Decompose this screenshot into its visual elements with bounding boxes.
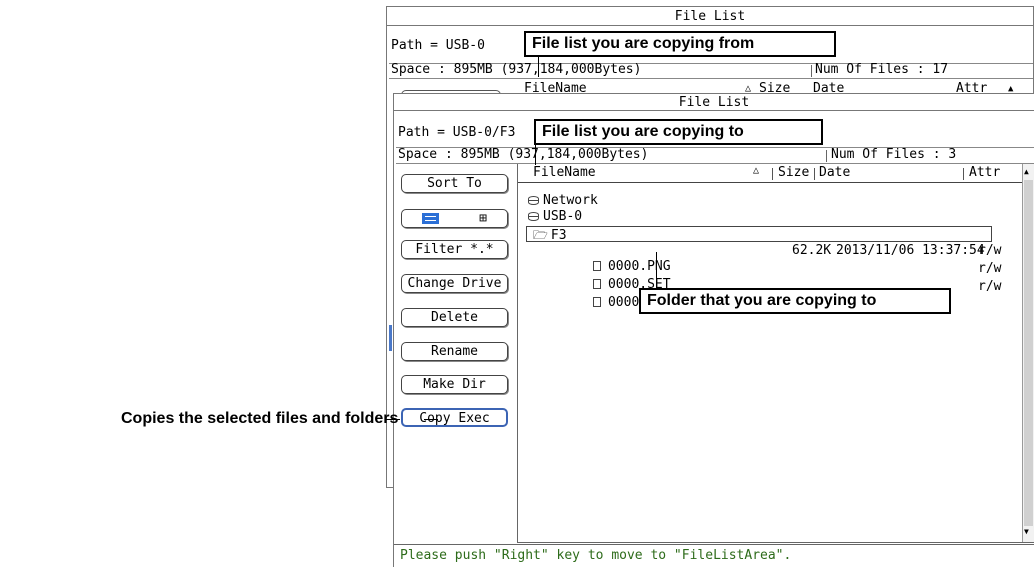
column-filename[interactable]: FileName bbox=[524, 80, 587, 94]
tree-item-usb[interactable]: USB-0 bbox=[528, 209, 582, 225]
tree-item-label: USB-0 bbox=[543, 209, 583, 224]
tree-item-label: F3 bbox=[550, 228, 567, 243]
callout-copying-from: File list you are copying from bbox=[524, 31, 836, 57]
space-label: Space : 895MB (937,184,000Bytes) bbox=[391, 62, 642, 77]
copy-exec-button[interactable]: Copy Exec bbox=[401, 408, 508, 427]
sort-arrow-icon: △ bbox=[753, 165, 760, 176]
callout-copy-exec: Copies the selected files and folders bbox=[121, 410, 399, 427]
sort-arrow-icon: △ bbox=[745, 83, 752, 94]
drive-icon bbox=[528, 196, 539, 205]
file-row[interactable]: 0000.PNG 62.2K 2013/11/06 13:37:54 r/w bbox=[546, 243, 1006, 274]
list-header: FileName △ Size Date Attr ▲ bbox=[519, 80, 1033, 94]
scroll-up-icon[interactable]: ▲ bbox=[1024, 168, 1029, 176]
column-filename[interactable]: FileName bbox=[533, 165, 596, 180]
view-toggle-button[interactable]: ⊞ bbox=[401, 209, 508, 228]
window-title: File List bbox=[387, 7, 1033, 26]
column-size[interactable]: Size bbox=[759, 80, 790, 94]
make-dir-button[interactable]: Make Dir bbox=[401, 375, 508, 394]
file-attr: r/w bbox=[978, 279, 1002, 294]
tree-item-label: Network bbox=[543, 193, 598, 208]
path-label: Path = USB-0/F3 bbox=[398, 125, 516, 140]
callout-leader-line bbox=[386, 419, 400, 420]
divider bbox=[811, 65, 812, 77]
file-attr: r/w bbox=[978, 243, 1002, 258]
delete-button[interactable]: Delete bbox=[401, 308, 508, 327]
selection-edge bbox=[389, 325, 392, 351]
column-date[interactable]: Date bbox=[819, 165, 850, 180]
filter-button[interactable]: Filter *.* bbox=[401, 240, 508, 259]
scrollbar[interactable]: ▲ ▼ bbox=[1022, 164, 1034, 542]
file-attr: r/w bbox=[978, 261, 1002, 276]
space-label: Space : 895MB (937,184,000Bytes) bbox=[398, 147, 649, 162]
divider bbox=[772, 168, 773, 180]
change-drive-button[interactable]: Change Drive bbox=[401, 274, 508, 293]
file-icon bbox=[592, 297, 601, 307]
callout-leader-line bbox=[538, 57, 539, 77]
callout-leader-line bbox=[424, 419, 438, 420]
tree-item-network[interactable]: Network bbox=[528, 193, 598, 209]
column-attr[interactable]: Attr bbox=[956, 80, 987, 94]
file-row[interactable]: 0000.SET r/w bbox=[546, 261, 1006, 292]
file-date: 2013/11/06 13:37:54 bbox=[836, 243, 985, 258]
divider bbox=[826, 150, 827, 162]
file-list-window-destination: File List Path = USB-0/F3 Space : 895MB … bbox=[393, 93, 1034, 567]
status-bar: Please push "Right" key to move to "File… bbox=[394, 544, 1034, 567]
callout-copying-to: File list you are copying to bbox=[534, 119, 823, 145]
tree-item-folder-selected[interactable]: 🗁 F3 bbox=[526, 226, 992, 243]
folder-open-icon: 🗁 bbox=[533, 228, 548, 242]
path-label: Path = USB-0 bbox=[391, 38, 485, 53]
column-attr[interactable]: Attr bbox=[969, 165, 1000, 180]
drive-icon bbox=[528, 212, 539, 221]
divider bbox=[963, 168, 964, 180]
scroll-up-icon[interactable]: ▲ bbox=[1008, 80, 1013, 94]
callout-leader-line bbox=[535, 145, 536, 165]
list-header: FileName △ Size Date Attr bbox=[518, 164, 1034, 183]
num-files-label: Num Of Files : 3 bbox=[831, 147, 957, 162]
window-title: File List bbox=[394, 94, 1034, 111]
callout-folder-copying-to: Folder that you are copying to bbox=[639, 288, 951, 314]
divider bbox=[389, 78, 1033, 79]
column-size[interactable]: Size bbox=[778, 165, 809, 180]
sort-to-button[interactable]: Sort To bbox=[401, 174, 508, 193]
callout-leader-line bbox=[656, 252, 657, 288]
divider bbox=[814, 168, 815, 180]
scroll-thumb[interactable] bbox=[1024, 180, 1033, 526]
scroll-down-icon[interactable]: ▼ bbox=[1024, 528, 1029, 536]
list-view-icon[interactable] bbox=[422, 213, 440, 224]
column-date[interactable]: Date bbox=[813, 80, 844, 94]
num-files-label: Num Of Files : 17 bbox=[815, 62, 949, 77]
rename-button[interactable]: Rename bbox=[401, 342, 508, 361]
file-list-area[interactable]: FileName △ Size Date Attr ▲ ▼ Network US… bbox=[517, 164, 1034, 543]
grid-view-icon[interactable]: ⊞ bbox=[479, 212, 487, 225]
file-size: 62.2K bbox=[792, 243, 832, 258]
